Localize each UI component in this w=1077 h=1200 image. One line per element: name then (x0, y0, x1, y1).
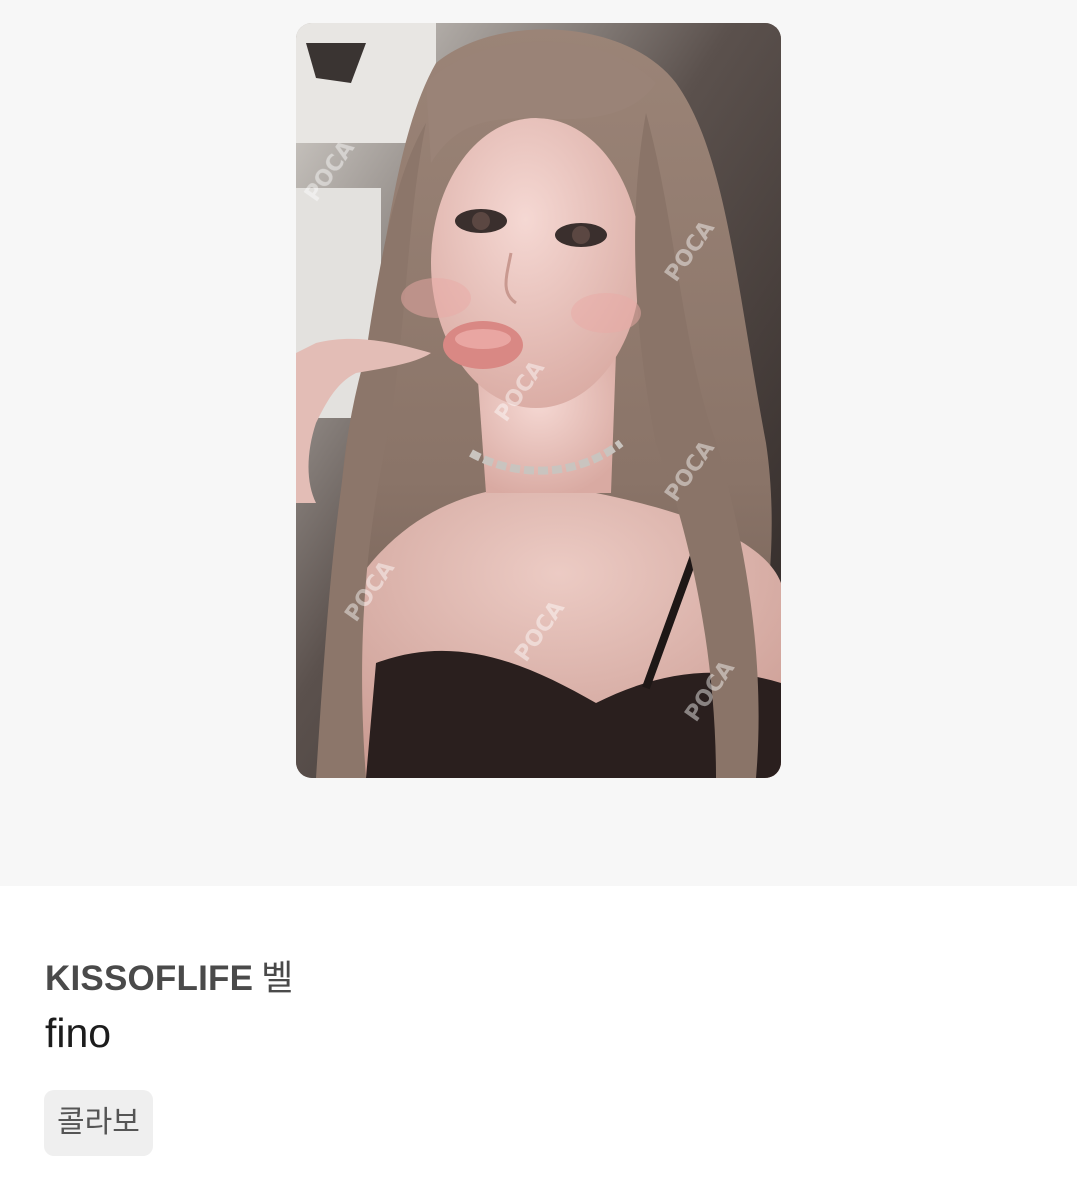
photocard-illustration: POCA POCA POCA POCA POCA POCA POCA (296, 23, 781, 778)
product-title: KISSOFLIFE 벨 (45, 950, 294, 1001)
member-name: 벨 (261, 959, 294, 998)
group-name: KISSOFLIFE (45, 959, 254, 998)
photocard-image[interactable]: POCA POCA POCA POCA POCA POCA POCA (296, 23, 781, 778)
product-subtitle: fino (45, 1010, 112, 1056)
category-tag[interactable]: 콜라보 (44, 1090, 153, 1156)
product-info-panel (0, 886, 1077, 1200)
product-image-area: POCA POCA POCA POCA POCA POCA POCA (0, 0, 1077, 886)
